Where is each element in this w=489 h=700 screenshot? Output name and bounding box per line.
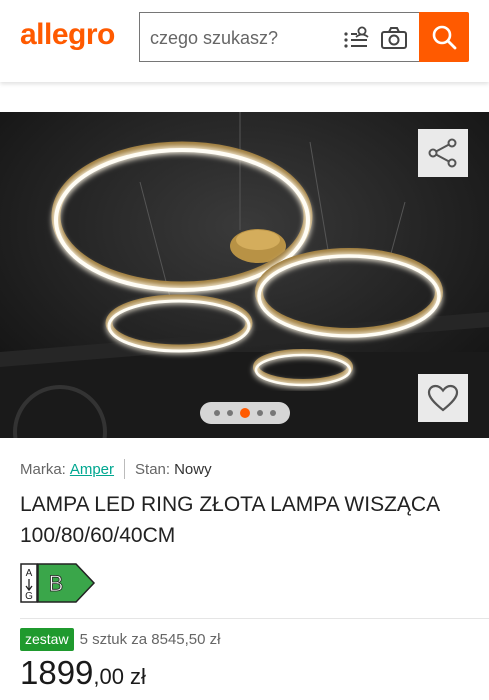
allegro-logo[interactable]: allegro: [20, 18, 115, 52]
search-icon: [432, 25, 457, 50]
energy-scale-bottom: G: [25, 591, 33, 602]
search-bar: [139, 12, 469, 62]
price-integer: 1899: [20, 654, 94, 691]
set-offer[interactable]: zestaw 5 sztuk za 8545,50 zł: [20, 628, 221, 651]
brand-link[interactable]: Amper: [70, 461, 114, 478]
gallery-dot[interactable]: [257, 410, 263, 416]
search-box: [139, 12, 421, 62]
filter-list-icon[interactable]: [342, 24, 370, 52]
share-icon: [428, 138, 457, 168]
set-text: 5 sztuk za 8545,50 zł: [79, 631, 221, 648]
product-meta: Marka: Amper Stan: Nowy: [20, 459, 212, 479]
meta-divider: [124, 459, 126, 479]
gallery-pagination: [200, 402, 290, 424]
search-input[interactable]: [150, 25, 340, 51]
energy-label[interactable]: A G B: [20, 563, 96, 603]
brand-label: Marka:: [20, 460, 66, 478]
search-button[interactable]: [419, 12, 469, 62]
price-currency: zł: [130, 664, 146, 689]
top-header: allegro: [0, 0, 489, 82]
gallery-dot[interactable]: [227, 410, 233, 416]
price-decimals: ,00: [93, 664, 125, 689]
product-image[interactable]: [0, 112, 489, 438]
energy-scale-top: A: [26, 568, 33, 579]
condition-label: Stan:: [135, 460, 171, 478]
favorite-button[interactable]: [418, 374, 468, 422]
gallery-dot[interactable]: [270, 410, 276, 416]
energy-class: B: [49, 571, 64, 596]
price: 1899,00 zł: [20, 654, 146, 692]
gallery-dot[interactable]: [214, 410, 220, 416]
section-divider: [20, 618, 489, 619]
set-badge: zestaw: [20, 628, 74, 651]
camera-icon[interactable]: [380, 24, 408, 52]
share-button[interactable]: [418, 129, 468, 177]
gallery-dot-active[interactable]: [240, 408, 250, 418]
product-title: LAMPA LED RING ZŁOTA LAMPA WISZĄCA 100/8…: [20, 493, 439, 547]
condition-value: Nowy: [174, 460, 212, 478]
heart-icon: [427, 384, 459, 412]
